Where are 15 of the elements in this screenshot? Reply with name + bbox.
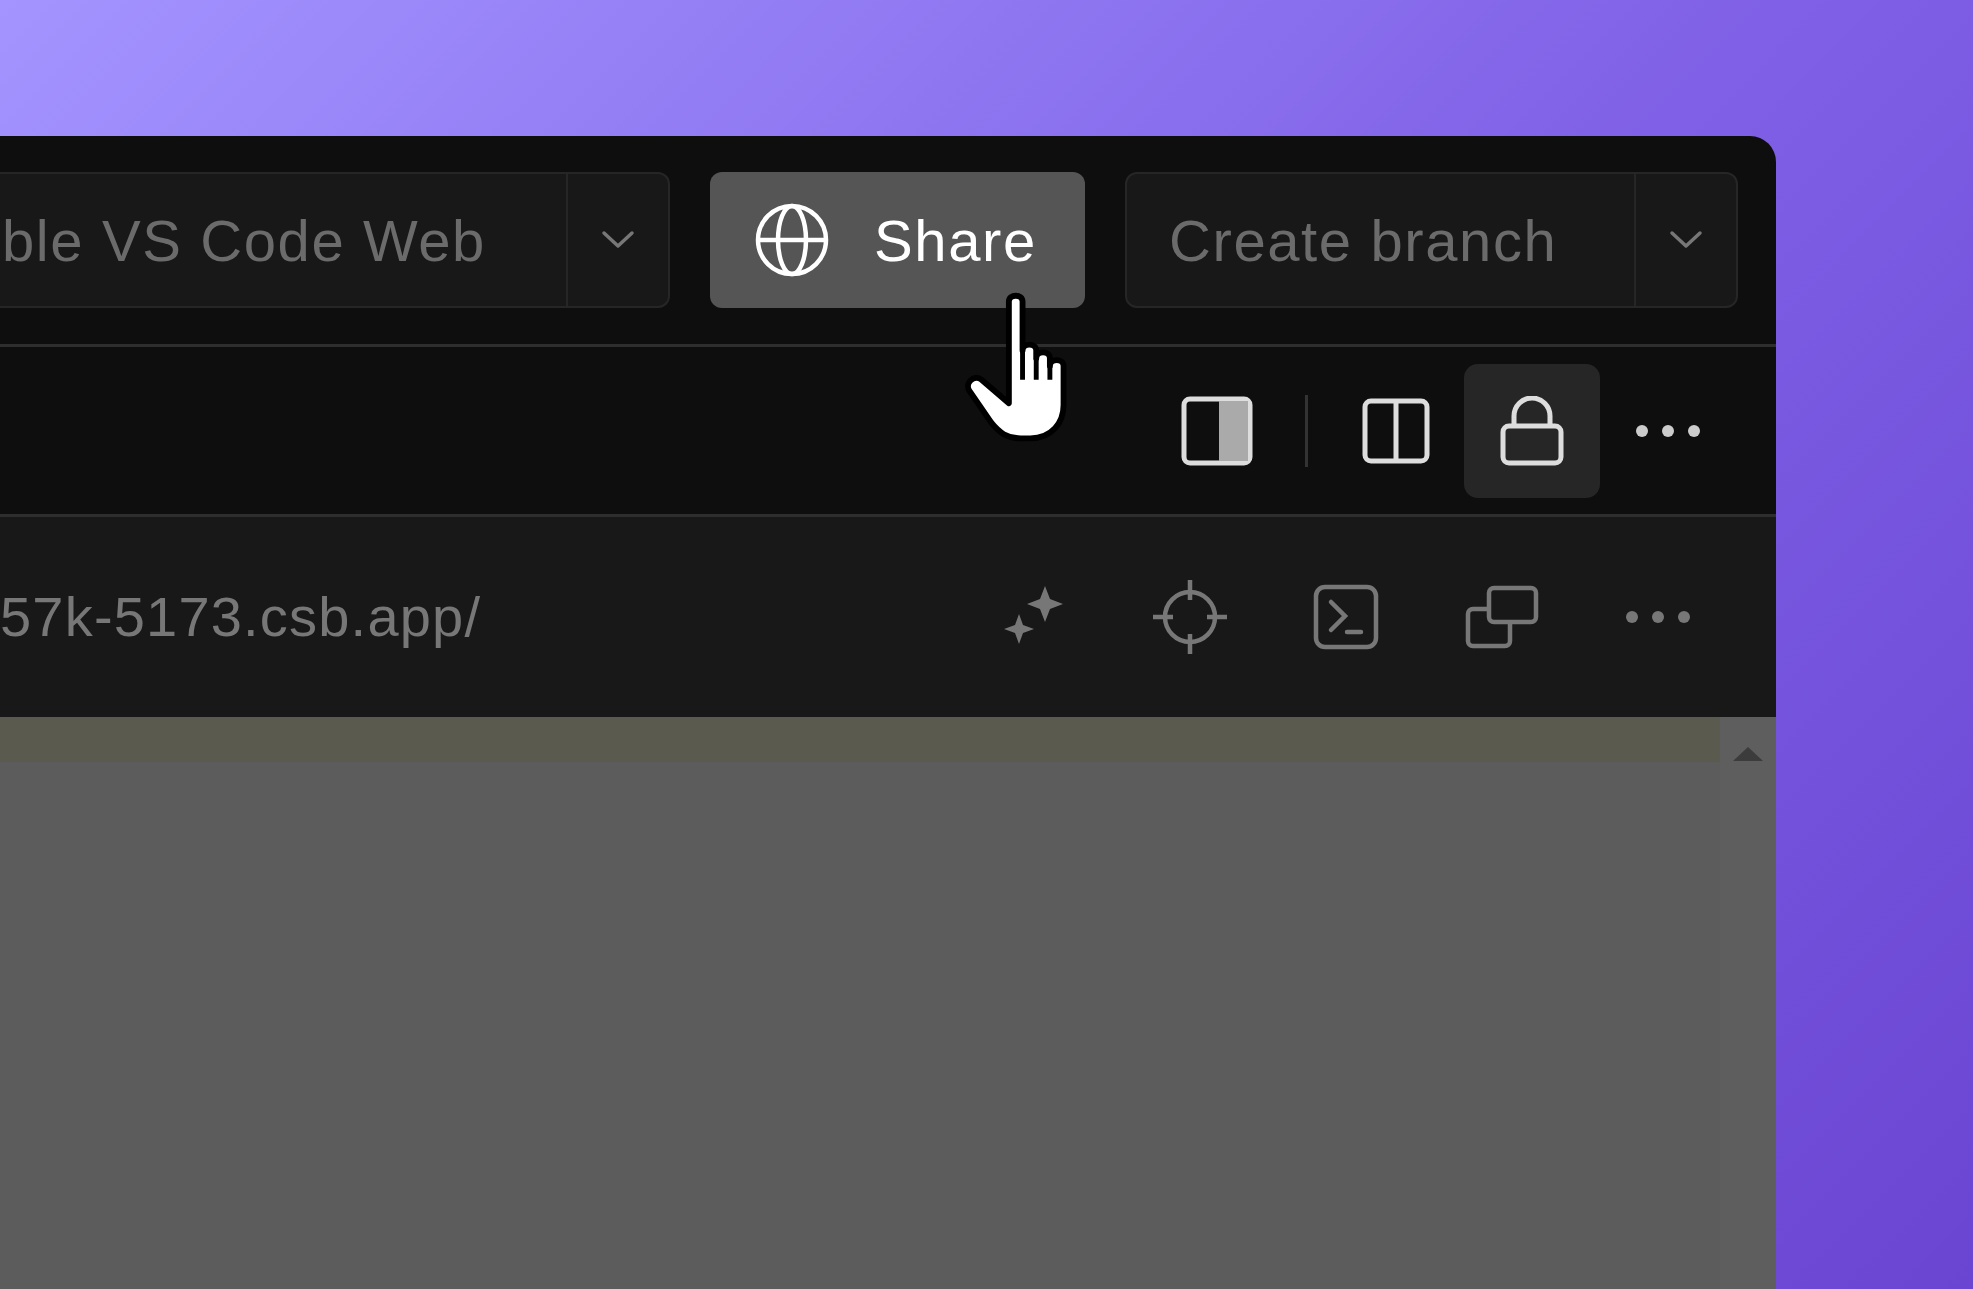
share-button[interactable]: Share (710, 172, 1085, 308)
chevron-down-icon (1669, 230, 1703, 250)
more-icon (1625, 610, 1691, 624)
create-branch-button[interactable]: Create branch (1127, 174, 1636, 306)
windows-icon (1465, 585, 1539, 649)
more-icon (1635, 423, 1701, 438)
lock-icon (1500, 395, 1564, 466)
button-label[interactable]: ble VS Code Web (0, 174, 568, 306)
terminal-icon (1313, 584, 1379, 650)
lock-button[interactable] (1464, 363, 1600, 498)
panel-icon (1181, 395, 1253, 466)
chevron-down-icon (601, 230, 635, 250)
split-view-icon (1362, 397, 1430, 464)
crosshair-icon (1151, 578, 1229, 656)
globe-icon (754, 202, 830, 278)
